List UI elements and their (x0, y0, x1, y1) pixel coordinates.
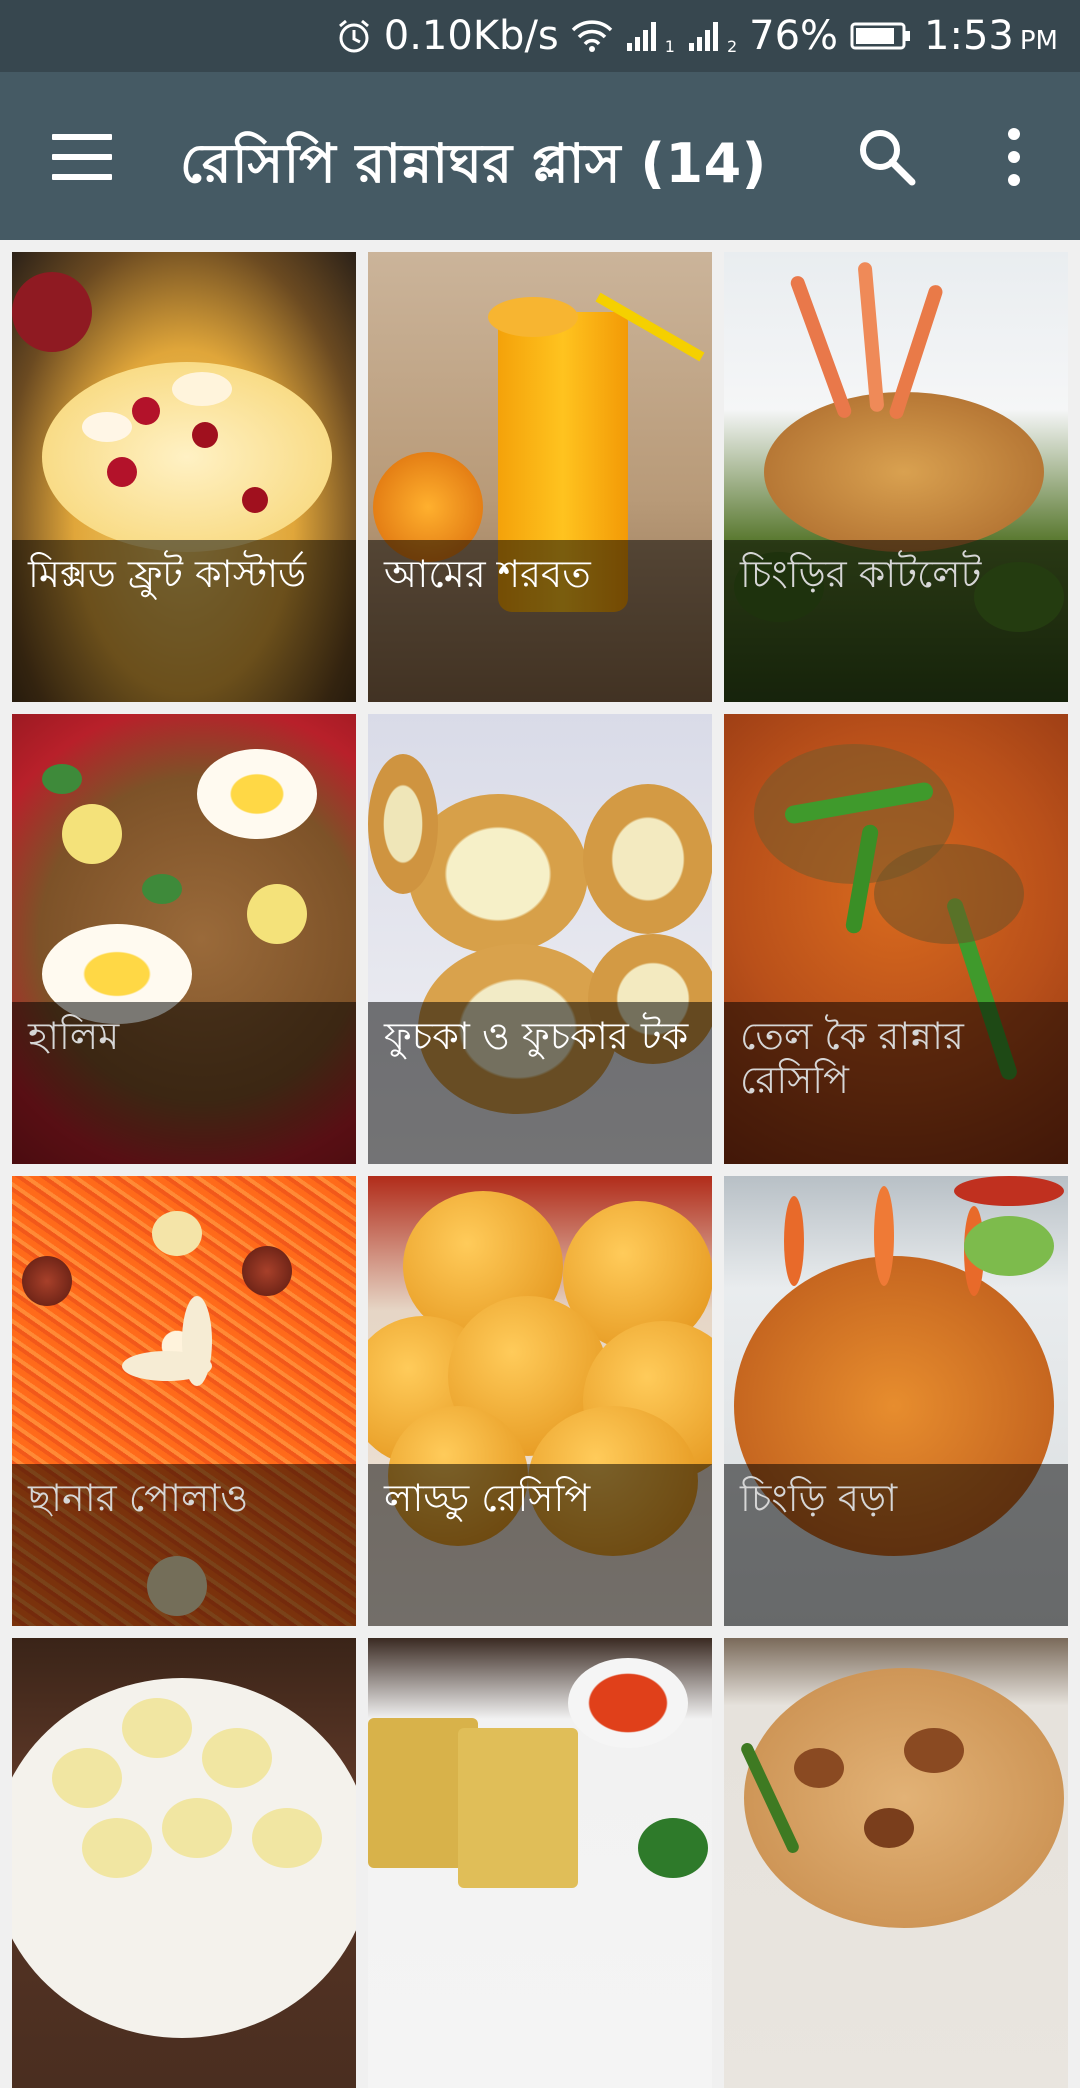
search-icon[interactable] (856, 126, 918, 188)
recipe-grid: মিক্সড ফ্রুট কাস্টার্ড আমের শরবত চিংড়ির… (12, 252, 1068, 2088)
recipe-card[interactable]: চিংড়ির কাটলেট (724, 252, 1068, 702)
status-bar: 0.10Kb/s 1 2 76% 1:53 PM (0, 0, 1080, 72)
recipe-card[interactable]: মিক্সড ফ্রুট কাস্টার্ড (12, 252, 356, 702)
net-speed: 0.10Kb/s (383, 13, 559, 59)
battery-icon (850, 21, 912, 51)
recipe-card[interactable]: ফুচকা ও ফুচকার টক (368, 714, 712, 1164)
recipe-image (724, 1638, 1068, 2088)
recipe-label: মিক্সড ফ্রুট কাস্টার্ড (12, 540, 356, 702)
sim1-label: 1 (664, 36, 675, 56)
recipe-label: লাড্ডু রেসিপি (368, 1464, 712, 1626)
recipe-card[interactable]: হালিম (12, 714, 356, 1164)
recipe-card[interactable] (368, 1638, 712, 2088)
hamburger-menu-icon[interactable] (52, 134, 112, 180)
recipe-card[interactable]: লাড্ডু রেসিপি (368, 1176, 712, 1626)
more-vert-icon[interactable] (998, 124, 1030, 190)
app-bar: রেসিপি রান্নাঘর প্লাস (14) (0, 72, 1080, 240)
recipe-image (368, 1638, 712, 2088)
recipe-card[interactable]: চিংড়ি বড়া (724, 1176, 1068, 1626)
wifi-icon (571, 19, 613, 53)
alarm-icon (336, 18, 372, 54)
page-title: রেসিপি রান্নাঘর প্লাস (14) (180, 132, 767, 195)
recipe-card[interactable]: আমের শরবত (368, 252, 712, 702)
recipe-card[interactable] (12, 1638, 356, 2088)
recipe-label: আমের শরবত (368, 540, 712, 702)
recipe-label: হালিম (12, 1002, 356, 1164)
battery-percent: 76% (749, 13, 839, 59)
signal-icon: 1 (625, 17, 675, 56)
signal-icon-sim2: 2 (687, 17, 737, 56)
recipe-card[interactable] (724, 1638, 1068, 2088)
recipe-label: ফুচকা ও ফুচকার টক (368, 1002, 712, 1164)
recipe-card[interactable]: ছানার পোলাও (12, 1176, 356, 1626)
recipe-label: তেল কৈ রান্নার রেসিপি (724, 1002, 1068, 1164)
recipe-card[interactable]: তেল কৈ রান্নার রেসিপি (724, 714, 1068, 1164)
clock-ampm: PM (1019, 26, 1058, 56)
clock: 1:53 PM (924, 13, 1058, 59)
recipe-label: ছানার পোলাও (12, 1464, 356, 1626)
recipe-label: চিংড়ির কাটলেট (724, 540, 1068, 702)
clock-time: 1:53 (924, 13, 1014, 59)
sim2-label: 2 (726, 36, 738, 56)
recipe-label: চিংড়ি বড়া (724, 1464, 1068, 1626)
recipe-image (12, 1638, 356, 2088)
